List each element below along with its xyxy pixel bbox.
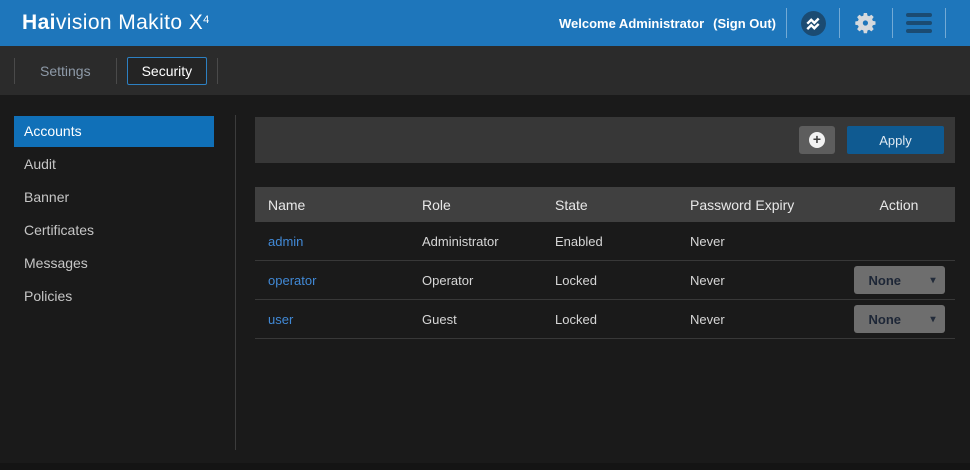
tab-bar: Settings Security: [0, 46, 970, 95]
account-state: Locked: [555, 312, 690, 327]
action-dropdown[interactable]: None ▾: [854, 305, 945, 333]
header-separator: [892, 8, 893, 38]
sidebar-item-certificates[interactable]: Certificates: [14, 215, 214, 246]
header-separator: [945, 8, 946, 38]
column-header-action: Action: [843, 197, 955, 213]
gear-icon[interactable]: [850, 7, 882, 39]
sidebar-item-accounts[interactable]: Accounts: [14, 116, 214, 147]
add-account-button[interactable]: +: [799, 126, 835, 154]
brand-bold: Hai: [22, 11, 56, 34]
account-expiry: Never: [690, 312, 843, 327]
column-header-password-expiry: Password Expiry: [690, 197, 843, 213]
table-row: admin Administrator Enabled Never: [255, 222, 955, 261]
account-role: Administrator: [422, 234, 555, 249]
sign-out-link[interactable]: (Sign Out): [713, 16, 776, 31]
top-bar: Haivision Makito X4 Welcome Administrato…: [0, 0, 970, 46]
top-bar-actions: Welcome Administrator (Sign Out): [559, 0, 956, 46]
sidebar-item-policies[interactable]: Policies: [14, 281, 214, 312]
table-row: user Guest Locked Never None ▾: [255, 300, 955, 339]
tab-security[interactable]: Security: [127, 57, 208, 85]
brand-superscript: 4: [203, 14, 210, 26]
table-row: operator Operator Locked Never None ▾: [255, 261, 955, 300]
menu-icon[interactable]: [903, 7, 935, 39]
plus-icon: +: [809, 132, 825, 148]
brand-regular: vision Makito X: [56, 11, 203, 34]
action-dropdown-value: None: [869, 273, 902, 288]
gear-glyph: [854, 11, 878, 35]
status-waves-glyph: [800, 10, 827, 37]
bottom-strip: [0, 463, 970, 470]
tab-separator: [116, 58, 117, 84]
account-expiry: Never: [690, 234, 843, 249]
action-dropdown[interactable]: None ▾: [854, 266, 945, 294]
welcome-text: Welcome Administrator: [559, 16, 704, 31]
app-window: Haivision Makito X4 Welcome Administrato…: [0, 0, 970, 470]
account-state: Locked: [555, 273, 690, 288]
header-separator: [839, 8, 840, 38]
account-link-operator[interactable]: operator: [268, 273, 316, 288]
menu-bar: [906, 13, 932, 17]
column-header-role: Role: [422, 197, 555, 213]
sidebar-divider: [235, 115, 236, 450]
account-role: Operator: [422, 273, 555, 288]
accounts-table: Name Role State Password Expiry Action a…: [255, 187, 955, 339]
accounts-toolbar: + Apply: [255, 117, 955, 163]
menu-bar: [906, 21, 932, 25]
action-dropdown-value: None: [869, 312, 902, 327]
account-expiry: Never: [690, 273, 843, 288]
account-link-user[interactable]: user: [268, 312, 293, 327]
tab-settings[interactable]: Settings: [25, 57, 106, 85]
account-state: Enabled: [555, 234, 690, 249]
tab-separator: [14, 58, 15, 84]
tab-separator: [217, 58, 218, 84]
sidebar-item-messages[interactable]: Messages: [14, 248, 214, 279]
apply-button[interactable]: Apply: [847, 126, 944, 154]
account-link-admin[interactable]: admin: [268, 234, 303, 249]
menu-bar: [906, 29, 932, 33]
chevron-down-icon: ▾: [930, 314, 935, 325]
chevron-down-icon: ▾: [930, 275, 935, 286]
header-separator: [786, 8, 787, 38]
column-header-state: State: [555, 197, 690, 213]
account-role: Guest: [422, 312, 555, 327]
table-header-row: Name Role State Password Expiry Action: [255, 187, 955, 222]
brand-logo: Haivision Makito X4: [22, 11, 210, 35]
sidebar-item-audit[interactable]: Audit: [14, 149, 214, 180]
security-sidebar: Accounts Audit Banner Certificates Messa…: [0, 95, 235, 470]
main-area: Accounts Audit Banner Certificates Messa…: [0, 95, 970, 470]
accounts-panel: + Apply Name Role State Password Expiry …: [255, 95, 955, 470]
column-header-name: Name: [255, 197, 422, 213]
sidebar-item-banner[interactable]: Banner: [14, 182, 214, 213]
status-waves-icon[interactable]: [797, 7, 829, 39]
